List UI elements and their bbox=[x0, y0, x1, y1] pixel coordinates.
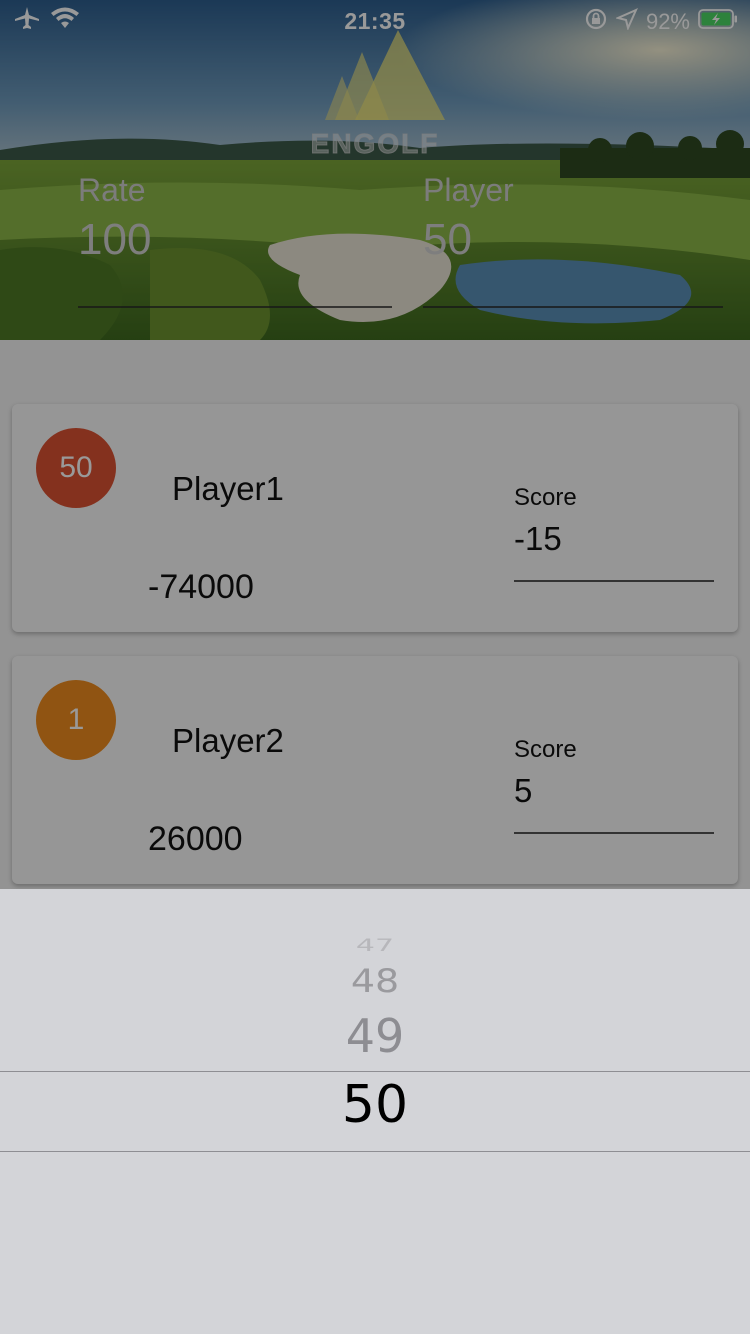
picker-item[interactable]: 48 bbox=[0, 962, 750, 999]
picker-item[interactable]: 47 bbox=[0, 936, 750, 958]
picker-selection-bottom-line bbox=[0, 1151, 750, 1152]
picker-selected-item[interactable]: 50 bbox=[0, 1075, 750, 1135]
picker-item[interactable]: 49 bbox=[0, 1009, 750, 1063]
modal-backdrop[interactable] bbox=[0, 0, 750, 889]
picker-selection-top-line bbox=[0, 1071, 750, 1072]
number-picker[interactable]: 47 48 49 50 bbox=[0, 889, 750, 1334]
